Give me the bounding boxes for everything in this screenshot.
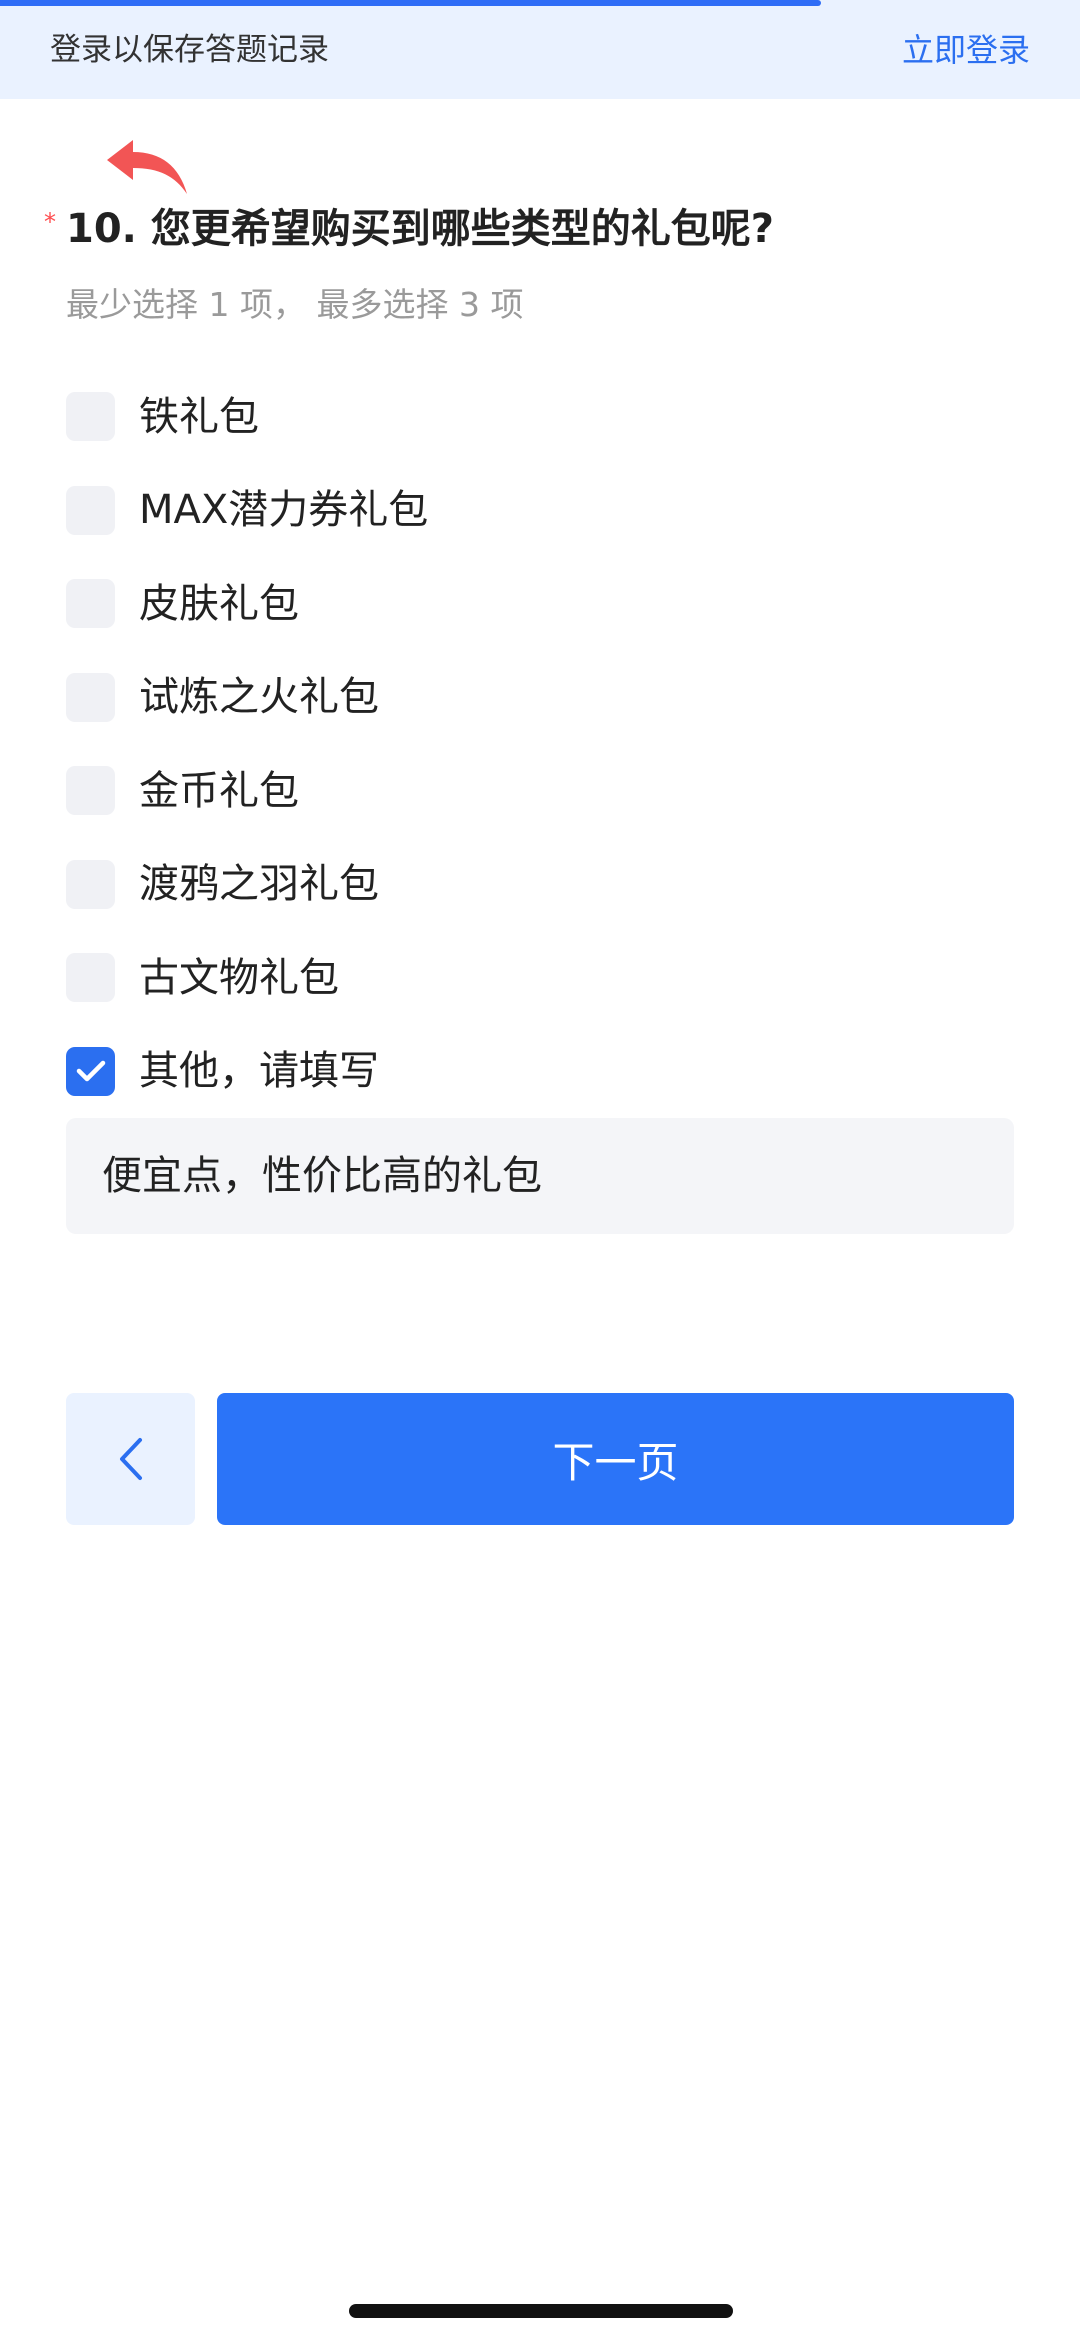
option-label: 皮肤礼包 <box>139 580 299 627</box>
option-item[interactable]: 试炼之火礼包 <box>66 651 1016 745</box>
chevron-left-icon <box>119 1438 142 1480</box>
checkbox[interactable] <box>66 672 115 722</box>
login-bar: 登录以保存答题记录 立即登录 <box>0 0 1080 99</box>
option-item[interactable]: 金币礼包 <box>66 744 1016 838</box>
option-label: 古文物礼包 <box>139 954 339 1001</box>
option-item[interactable]: 皮肤礼包 <box>66 557 1016 651</box>
option-label: 金币礼包 <box>139 767 299 814</box>
checkbox[interactable] <box>66 392 115 442</box>
option-item[interactable]: MAX潜力券礼包 <box>66 464 1016 558</box>
red-back-arrow-icon <box>107 140 187 194</box>
survey-page: 登录以保存答题记录 立即登录 * 10. 您更希望购买到哪些类型的礼包呢? 最少… <box>0 0 1080 2341</box>
checkbox[interactable] <box>66 1046 115 1096</box>
progress-track <box>0 0 1080 6</box>
option-label: 其他，请填写 <box>139 1048 379 1095</box>
option-item[interactable]: 渡鸦之羽礼包 <box>66 838 1016 932</box>
option-label: 铁礼包 <box>139 393 259 440</box>
option-item[interactable]: 古文物礼包 <box>66 931 1016 1025</box>
checkbox[interactable] <box>66 579 115 629</box>
login-message: 登录以保存答题记录 <box>50 32 329 68</box>
login-now-link[interactable]: 立即登录 <box>902 28 1030 72</box>
other-text-input[interactable]: 便宜点，性价比高的礼包 <box>66 1118 1014 1234</box>
question-hint: 最少选择 1 项， 最多选择 3 项 <box>66 285 524 324</box>
checkbox[interactable] <box>66 766 115 816</box>
checkbox[interactable] <box>66 953 115 1003</box>
options-list: 铁礼包 MAX潜力券礼包 皮肤礼包 试炼之火礼包 金币礼包 渡鸦之羽礼包 古文物… <box>66 370 1016 1118</box>
checkbox[interactable] <box>66 859 115 909</box>
option-label: 试炼之火礼包 <box>139 674 379 721</box>
option-label: 渡鸦之羽礼包 <box>139 861 379 908</box>
checkbox[interactable] <box>66 485 115 535</box>
option-item[interactable]: 铁礼包 <box>66 370 1016 464</box>
next-page-button[interactable]: 下一页 <box>217 1393 1014 1525</box>
option-label: MAX潜力券礼包 <box>139 487 429 534</box>
question-title: 10. 您更希望购买到哪些类型的礼包呢? <box>66 206 774 252</box>
checkmark-icon <box>76 1061 105 1082</box>
other-input-value: 便宜点，性价比高的礼包 <box>102 1153 542 1199</box>
option-item-other[interactable]: 其他，请填写 <box>66 1025 1016 1119</box>
previous-page-button[interactable] <box>66 1393 195 1525</box>
progress-fill <box>0 0 821 6</box>
home-indicator <box>349 2304 733 2318</box>
required-mark: * <box>44 208 56 236</box>
